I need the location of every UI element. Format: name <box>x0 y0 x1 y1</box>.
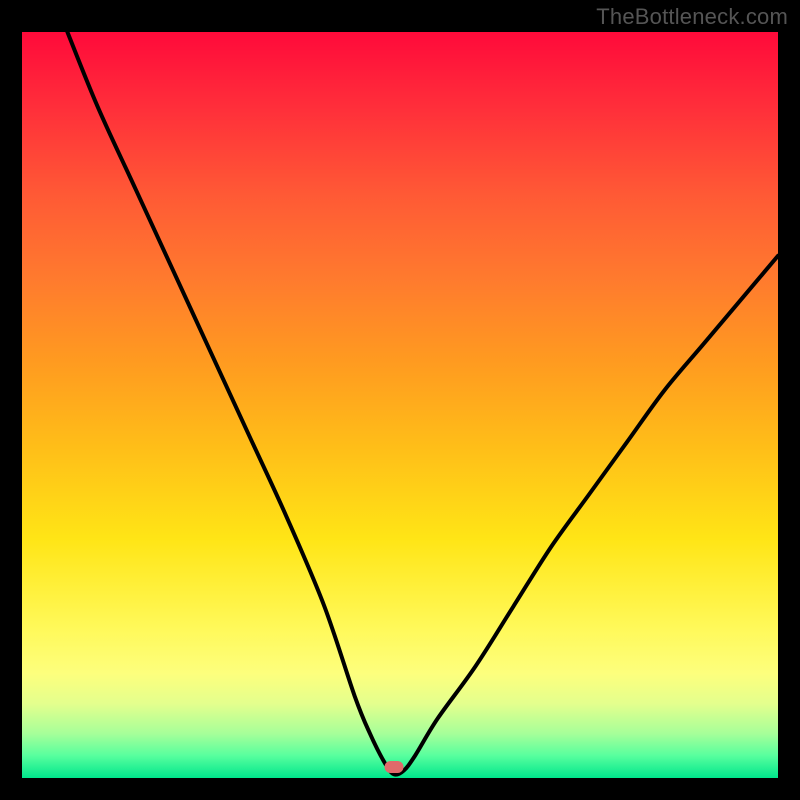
bottleneck-curve-svg <box>22 32 778 778</box>
watermark-text: TheBottleneck.com <box>596 4 788 30</box>
chart-frame: TheBottleneck.com <box>0 0 800 800</box>
plot-area <box>22 32 778 778</box>
optimal-point-marker <box>384 761 403 773</box>
bottleneck-curve-path <box>67 32 778 775</box>
